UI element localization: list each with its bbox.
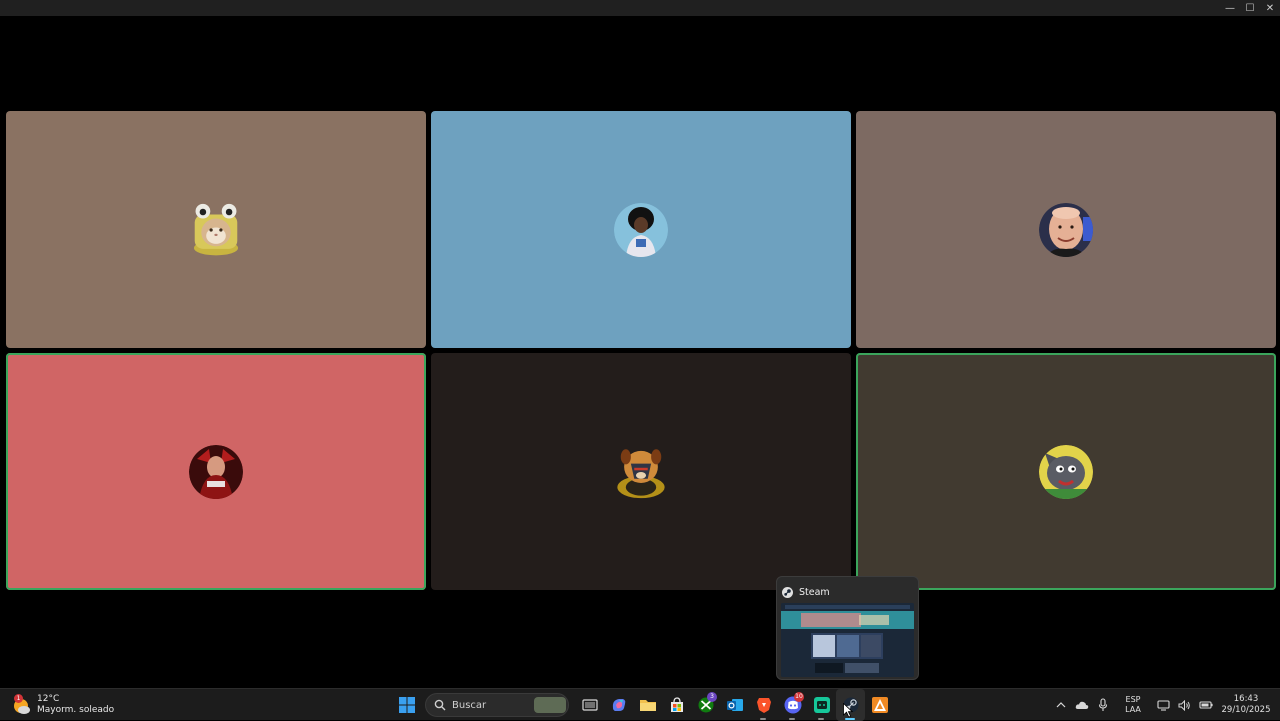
speaker-icon — [1178, 699, 1190, 711]
sun-cloud-icon: 1 — [10, 694, 32, 716]
clock-time: 16:43 — [1233, 694, 1259, 704]
brave-icon — [756, 698, 771, 713]
participant-tile-2[interactable] — [431, 111, 851, 348]
copilot-button[interactable] — [604, 689, 633, 721]
microphone-icon — [1098, 698, 1107, 711]
search-highlight-image — [534, 697, 566, 713]
chevron-up-icon — [1056, 702, 1065, 708]
windows-logo-icon — [398, 697, 415, 713]
taskbar-center: Buscar 3 10 — [392, 689, 894, 721]
dog-knight-avatar — [617, 448, 665, 498]
steam-thumbnail — [781, 603, 914, 677]
frog-hat-cat-avatar — [193, 203, 239, 255]
taskbar: 1 12°C Mayorm. soleado Buscar 3 10 ESP L… — [0, 688, 1280, 721]
brave-button[interactable] — [749, 689, 778, 721]
bald-man-avatar — [1039, 202, 1093, 257]
microphone-button[interactable] — [1092, 689, 1113, 721]
preview-header: Steam — [777, 577, 918, 601]
app-green-button[interactable] — [807, 689, 836, 721]
input-language-button[interactable]: ESP LAA — [1119, 695, 1147, 715]
weather-condition: Mayorm. soleado — [37, 705, 115, 715]
network-button[interactable] — [1153, 689, 1174, 721]
window-controls: — ☐ ✕ — [1220, 0, 1280, 16]
afro-player-avatar — [614, 202, 668, 257]
participant-tile-6[interactable] — [856, 353, 1276, 590]
grey-cat-cartoon-avatar — [1039, 444, 1093, 499]
task-view-icon — [581, 699, 598, 711]
cloud-icon — [1075, 701, 1088, 709]
title-bar: — ☐ ✕ — [0, 0, 1280, 16]
network-icon — [1157, 699, 1170, 711]
steam-icon — [782, 586, 793, 598]
weather-text: 12°C Mayorm. soleado — [37, 694, 114, 716]
volume-button[interactable] — [1174, 689, 1195, 721]
discord-badge: 10 — [794, 692, 804, 702]
weather-temperature: 12°C — [37, 694, 60, 704]
discord-button[interactable]: 10 — [778, 689, 807, 721]
steam-window-preview[interactable]: Steam — [776, 576, 919, 680]
system-tray: ESP LAA 16:43 29/10/2025 — [1050, 689, 1280, 721]
battery-icon — [1198, 701, 1213, 709]
battery-button[interactable] — [1195, 689, 1216, 721]
participant-tile-4[interactable] — [6, 353, 426, 590]
clock-date: 29/10/2025 — [1221, 705, 1271, 715]
red-warrior-avatar — [189, 444, 243, 499]
clock-button[interactable]: 16:43 29/10/2025 — [1216, 694, 1276, 716]
search-box[interactable]: Buscar — [425, 693, 569, 717]
folder-icon — [639, 700, 656, 711]
outlook-icon — [726, 699, 743, 711]
task-view-button[interactable] — [575, 689, 604, 721]
mouse-cursor-icon — [843, 703, 853, 718]
participant-tile-3[interactable] — [856, 111, 1276, 348]
store-icon — [670, 697, 683, 712]
copilot-icon — [612, 699, 625, 711]
close-button[interactable]: ✕ — [1260, 0, 1280, 16]
participant-tile-5[interactable] — [431, 353, 851, 590]
participant-tile-1[interactable] — [6, 111, 426, 348]
orange-app-icon — [871, 697, 888, 713]
file-explorer-button[interactable] — [633, 689, 662, 721]
preview-title: Steam — [799, 586, 830, 598]
xbox-badge: 3 — [707, 692, 717, 702]
minimize-button[interactable]: — — [1220, 0, 1240, 16]
microsoft-store-button[interactable] — [662, 689, 691, 721]
onedrive-button[interactable] — [1071, 689, 1092, 721]
start-button[interactable] — [392, 689, 421, 721]
weather-badge: 1 — [14, 694, 23, 703]
app-orange-button[interactable] — [865, 689, 894, 721]
outlook-button[interactable] — [720, 689, 749, 721]
maximize-button[interactable]: ☐ — [1240, 0, 1260, 16]
green-app-icon — [813, 697, 830, 713]
search-placeholder: Buscar — [452, 699, 487, 711]
search-icon — [434, 699, 446, 711]
language-code: ESP — [1125, 695, 1141, 704]
weather-widget[interactable]: 1 12°C Mayorm. soleado — [10, 692, 114, 718]
show-hidden-icons-button[interactable] — [1050, 689, 1071, 721]
keyboard-layout: LAA — [1125, 705, 1141, 714]
xbox-button[interactable]: 3 — [691, 689, 720, 721]
